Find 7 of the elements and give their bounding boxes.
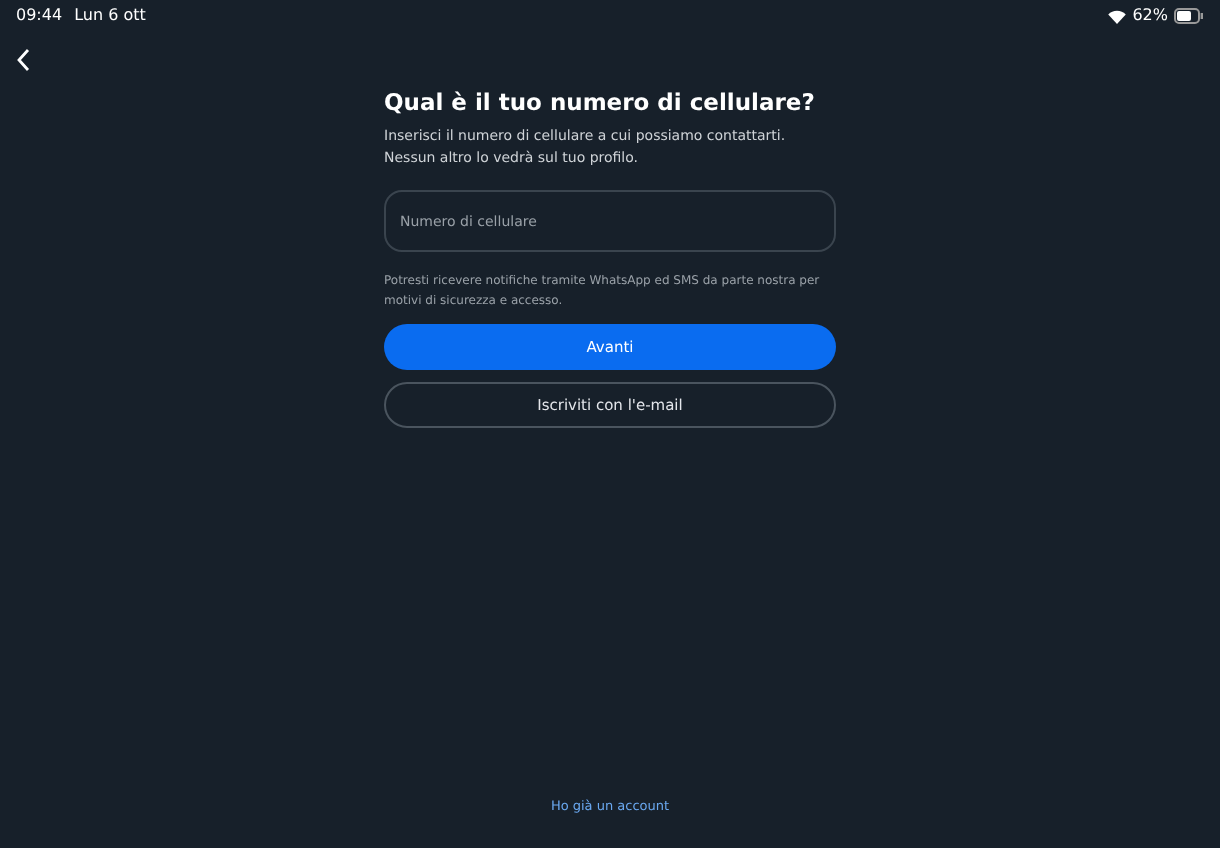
status-date: Lun 6 ott: [74, 4, 146, 28]
wifi-icon: [1108, 9, 1127, 23]
status-time: 09:44: [16, 4, 63, 28]
back-icon[interactable]: [16, 48, 32, 72]
battery-percent: 62%: [1132, 4, 1168, 28]
battery-icon: [1174, 8, 1204, 24]
page-title: Qual è il tuo numero di cellulare?: [384, 86, 817, 118]
